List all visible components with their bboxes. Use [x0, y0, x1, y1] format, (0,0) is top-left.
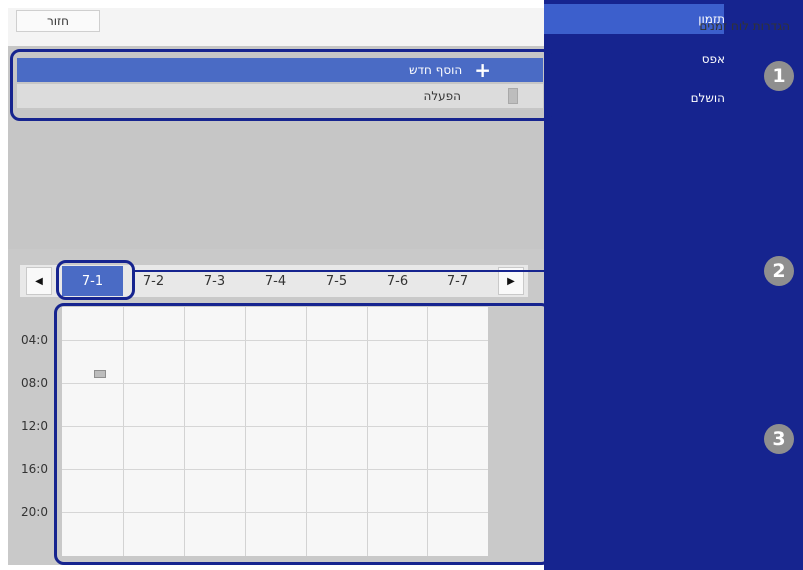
time-label: 04:0 — [21, 333, 48, 347]
time-label: 12:0 — [21, 419, 48, 433]
page-title: הגדרות לוח זמנים — [699, 19, 790, 33]
prev-day-button[interactable]: ◀ — [26, 267, 52, 295]
callout-marker-1: 1 — [764, 61, 794, 91]
callout-line-1 — [553, 77, 766, 79]
callout-frame-3 — [54, 303, 551, 565]
sidebar-item-schedule-highlight — [544, 4, 724, 34]
time-label: 16:0 — [21, 462, 48, 476]
callout-marker-2: 2 — [764, 256, 794, 286]
time-label: 08:0 — [21, 376, 48, 390]
callout-line-2 — [135, 270, 766, 272]
sidebar-item-reset[interactable]: אפס — [702, 52, 725, 66]
time-label: 20:0 — [21, 505, 48, 519]
triangle-right-icon: ▶ — [507, 275, 515, 287]
callout-frame-1 — [10, 49, 553, 121]
sidebar — [544, 0, 803, 570]
back-button[interactable]: חזור — [16, 10, 100, 32]
callout-frame-2 — [56, 260, 135, 300]
callout-line-3 — [551, 433, 766, 435]
callout-marker-3: 3 — [764, 424, 794, 454]
triangle-left-icon: ◀ — [35, 275, 43, 287]
sidebar-item-done[interactable]: הושלם — [691, 91, 725, 105]
